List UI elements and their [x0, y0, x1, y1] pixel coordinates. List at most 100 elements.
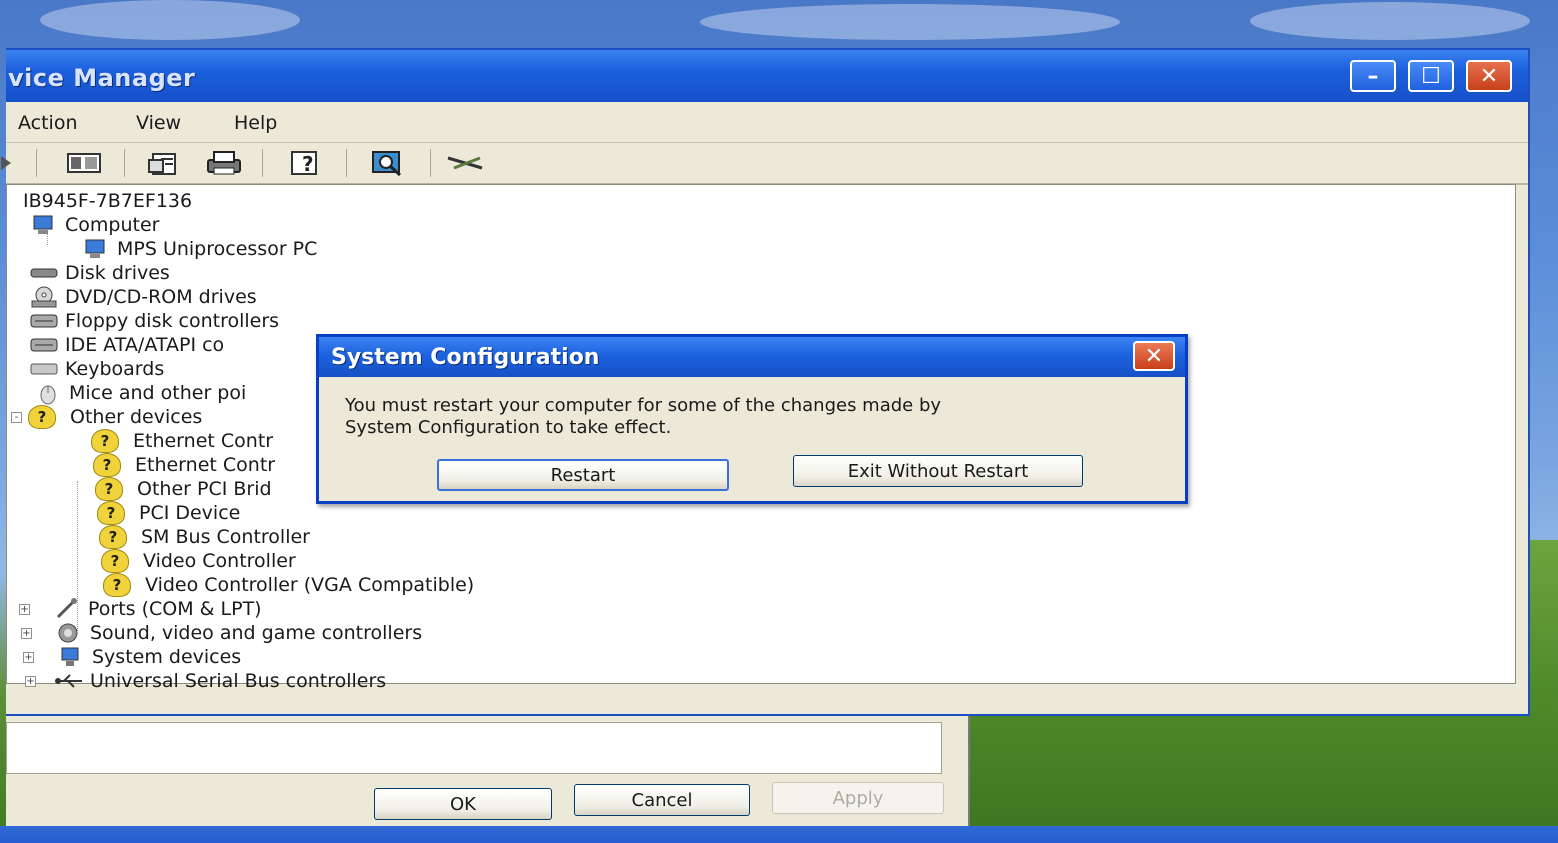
collapse-icon[interactable]: - — [11, 411, 22, 423]
controller-icon — [29, 334, 59, 356]
unknown-device-icon: ? — [93, 453, 121, 477]
toolbar-separator — [124, 149, 125, 177]
properties-icon[interactable] — [144, 149, 184, 177]
restart-button[interactable]: Restart — [437, 459, 729, 491]
tree-item-label: Mice and other poi — [69, 382, 247, 404]
tree-item-other-child[interactable]: ? PCI Device — [97, 501, 240, 525]
tree-item-label: Sound, video and game controllers — [90, 622, 423, 644]
toolbar-separator — [430, 149, 431, 177]
tree-item-label: Ports (COM & LPT) — [88, 598, 262, 620]
minimize-button[interactable]: – — [1350, 60, 1396, 92]
controller-icon — [29, 310, 59, 332]
tree-item-ports[interactable]: + Ports (COM & LPT) — [19, 597, 262, 621]
tree-item-label: Other PCI Brid — [137, 478, 272, 500]
tree-item-other-child[interactable]: ? Ethernet Contr — [93, 453, 275, 477]
dialog-close-button[interactable]: ✕ — [1133, 341, 1175, 371]
help-icon[interactable]: ? — [286, 149, 326, 177]
expand-icon[interactable]: + — [23, 651, 34, 663]
speaker-icon — [54, 622, 84, 644]
minimize-icon: – — [1367, 63, 1379, 89]
tree-item-system-devices[interactable]: + System devices — [23, 645, 241, 669]
desktop-cloud — [40, 0, 300, 40]
tree-item-other-child[interactable]: ? Ethernet Contr — [91, 429, 273, 453]
tree-item-mps-uniprocessor[interactable]: MPS Uniprocessor PC — [81, 237, 317, 261]
unknown-device-icon: ? — [95, 477, 123, 501]
ok-button[interactable]: OK — [374, 788, 552, 820]
close-icon: ✕ — [1144, 343, 1164, 369]
tree-item-label: Keyboards — [65, 358, 165, 380]
menu-help[interactable]: Help — [234, 112, 277, 134]
close-button[interactable]: ✕ — [1466, 60, 1512, 92]
dialog-title-bar[interactable]: System Configuration ✕ — [319, 337, 1185, 377]
tree-item-label: SM Bus Controller — [141, 526, 310, 548]
cd-drive-icon — [29, 286, 59, 308]
tree-item-label: Video Controller — [143, 550, 296, 572]
tree-item-other-devices[interactable]: - ? Other devices — [11, 405, 202, 429]
tree-item-sound[interactable]: + Sound, video and game controllers — [21, 621, 422, 645]
tree-item-disk-drives[interactable]: Disk drives — [29, 261, 170, 285]
tree-item-label: Ethernet Contr — [135, 454, 276, 476]
tree-item-other-child[interactable]: ? Video Controller — [101, 549, 296, 573]
unknown-device-icon: ? — [28, 405, 56, 429]
unknown-device-icon: ? — [101, 549, 129, 573]
print-icon[interactable] — [204, 149, 244, 177]
apply-button[interactable]: Apply — [772, 782, 944, 814]
tree-item-usb[interactable]: + Universal Serial Bus controllers — [25, 669, 386, 693]
tree-item-keyboards[interactable]: Keyboards — [29, 357, 164, 381]
system-configuration-dialog: System Configuration ✕ You must restart … — [316, 334, 1188, 504]
close-icon: ✕ — [1479, 63, 1499, 89]
toolbar-separator — [36, 149, 37, 177]
desktop-cloud — [1250, 2, 1530, 40]
back-arrow-icon[interactable] — [0, 149, 18, 177]
expand-icon[interactable]: + — [19, 603, 30, 615]
dialog-message: You must restart your computer for some … — [345, 395, 1165, 439]
maximize-button[interactable]: ☐ — [1408, 60, 1454, 92]
unknown-device-icon: ? — [91, 429, 119, 453]
port-icon — [52, 598, 82, 620]
expand-icon[interactable]: + — [21, 627, 32, 639]
menu-action[interactable]: Action — [18, 112, 78, 134]
taskbar — [0, 826, 1558, 843]
unknown-device-icon: ? — [97, 501, 125, 525]
expand-icon[interactable]: + — [25, 675, 36, 687]
tree-item-floppy[interactable]: Floppy disk controllers — [29, 309, 279, 333]
toolbar: ? — [1, 143, 1528, 185]
menu-bar: Action View Help — [6, 102, 1528, 143]
tree-root-label: IB945F-7B7EF136 — [23, 190, 193, 212]
tree-item-ide[interactable]: IDE ATA/ATAPI co — [29, 333, 224, 357]
desktop-cloud — [700, 4, 1120, 40]
title-bar[interactable]: vice Manager – ☐ ✕ — [6, 50, 1528, 102]
computer-icon — [29, 214, 59, 236]
tree-item-label: MPS Uniprocessor PC — [117, 238, 318, 260]
tree-item-other-child[interactable]: ? Video Controller (VGA Compatible) — [103, 573, 474, 597]
tree-item-other-child[interactable]: ? Other PCI Brid — [95, 477, 272, 501]
show-hide-tree-icon[interactable] — [64, 149, 104, 177]
svg-text:?: ? — [302, 152, 314, 176]
toolbar-separator — [346, 149, 347, 177]
tree-item-label: IDE ATA/ATAPI co — [65, 334, 225, 356]
tree-item-label: Ethernet Contr — [133, 430, 274, 452]
exit-without-restart-button[interactable]: Exit Without Restart — [793, 455, 1083, 487]
update-driver-icon[interactable] — [446, 149, 486, 177]
scan-hardware-icon[interactable] — [368, 149, 408, 177]
usb-icon — [54, 670, 84, 692]
tree-item-mice[interactable]: Mice and other poi — [33, 381, 246, 405]
tree-root[interactable]: IB945F-7B7EF136 — [9, 189, 192, 213]
tree-item-other-child[interactable]: ? SM Bus Controller — [99, 525, 310, 549]
properties-content — [6, 722, 942, 774]
tree-item-label: Floppy disk controllers — [65, 310, 280, 332]
properties-panel: OK Cancel Apply — [6, 716, 970, 826]
keyboard-icon — [29, 358, 59, 380]
tree-item-label: Computer — [65, 214, 160, 236]
tree-item-computer[interactable]: Computer — [29, 213, 159, 237]
maximize-icon: ☐ — [1421, 63, 1441, 89]
dialog-title: System Configuration — [331, 345, 600, 370]
disk-drive-icon — [29, 262, 59, 284]
unknown-device-icon: ? — [103, 573, 131, 597]
cancel-button[interactable]: Cancel — [574, 784, 750, 816]
tree-item-dvd-drives[interactable]: DVD/CD-ROM drives — [29, 285, 257, 309]
tree-item-label: DVD/CD-ROM drives — [65, 286, 257, 308]
tree-item-label: System devices — [92, 646, 242, 668]
menu-view[interactable]: View — [136, 112, 181, 134]
mouse-icon — [33, 382, 63, 405]
